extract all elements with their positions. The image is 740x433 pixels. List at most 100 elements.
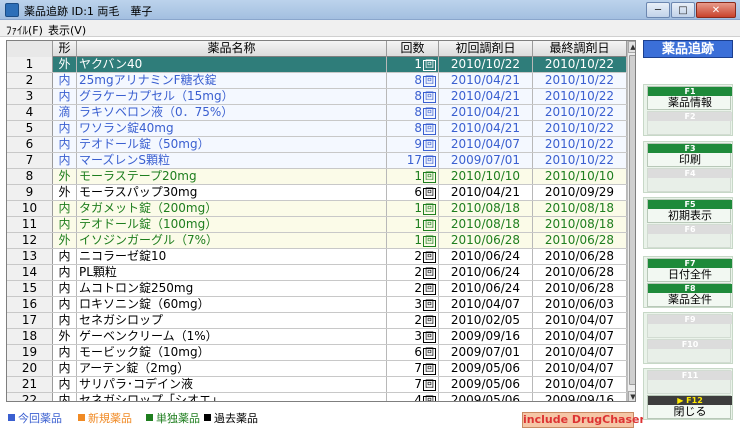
legend-swatch-icon [204,414,211,421]
first-dispense-date: 2010/04/21 [439,121,533,136]
drug-kind: 外 [53,329,77,344]
table-row[interactable]: 15 内ムコトロン錠250mg 2 回 2010/06/24 2010/06/28 [7,281,627,297]
drug-kind: 内 [53,265,77,280]
dispense-count: 1回 [387,201,439,216]
header-last-date[interactable]: 最終調剤日 [533,41,627,57]
drug-name: ロキソニン錠（60mg） [77,297,387,312]
first-dispense-date: 2009/05/06 [439,377,533,392]
first-dispense-date: 2010/06/24 [439,249,533,264]
table-row[interactable]: 10 内タガメット錠（200mg） 1 回 2010/08/18 2010/08/18 [7,201,627,217]
dispense-count: 1回 [387,217,439,232]
row-number: 4 [7,105,53,120]
count-suffix: 回 [422,76,436,87]
menu-file[interactable]: ﾌｧｲﾙ(F) [6,22,43,38]
count-value: 1 [414,201,422,215]
first-dispense-date: 2010/06/24 [439,265,533,280]
table-row[interactable]: 17 内セネガシロップ 2 回 2010/02/05 2010/04/07 [7,313,627,329]
drug-kind: 滴 [53,105,77,120]
count-suffix: 回 [422,140,436,151]
last-dispense-date: 2010/10/22 [533,73,627,88]
table-row[interactable]: 4 滴ラキソベロン液（0．75%） 8 回 2010/04/21 2010/10/22 [7,105,627,121]
function-button-label: 印刷 [679,153,701,166]
function-button-f7[interactable]: F7 日付全件 [647,258,732,282]
function-key-label: F8 [648,284,732,293]
drug-name: マーズレンS顆粒 [77,153,387,168]
row-number: 5 [7,121,53,136]
minimize-button[interactable]: ─ [646,2,670,18]
function-button-f2[interactable]: F2 [647,111,732,135]
scroll-down-icon[interactable]: ▼ [628,391,635,401]
last-dispense-date: 2010/04/07 [533,345,627,360]
panel-title: 薬品追跡 [643,40,733,58]
table-row[interactable]: 11 内テオドール錠（100mg） 1 回 2010/08/18 2010/08/18 [7,217,627,233]
header-first-date[interactable]: 初回調剤日 [439,41,533,57]
scroll-thumb[interactable] [629,55,635,385]
dispense-count: 17 回 [387,153,439,168]
function-button-label [648,178,732,192]
table-row[interactable]: 20 内アーテン錠（2mg） 7 回 2009/05/06 2010/04/07 [7,361,627,377]
table-body: 1 外ヤクバン40 1 回 2010/10/22 2010/10/22 2 内 25mgアリナミ… [7,57,627,401]
function-button-f10[interactable]: F10 [647,339,732,363]
first-dispense-date: 2010/10/22 [439,57,533,72]
table-row[interactable]: 12 外イソジンガーグル（7%） 1 回 2010/06/28 2010/06/28 [7,233,627,249]
table-row[interactable]: 8 外モーラステープ20mg 1 回 2010/10/10 2010/10/10 [7,169,627,185]
drug-name: グラケーカプセル（15mg） [77,89,387,104]
table-row[interactable]: 14 内 PL顆粒 2 回 2010/06/24 2010/06/28 [7,265,627,281]
table-row[interactable]: 5 内ワソラン錠40mg 8 回 2010/04/21 2010/10/22 [7,121,627,137]
row-number: 7 [7,153,53,168]
function-button-f12[interactable]: ▶ F12 閉じる [647,395,732,419]
table-row[interactable]: 9 外モーラスパップ30mg 6 回 2010/04/21 2010/09/29 [7,185,627,201]
dispense-count: 4回 [387,393,439,401]
function-key-group: F1 薬品情報 F2 [643,84,733,136]
table-row[interactable]: 2 内 25mgアリナミンF糖衣錠 8 回 2010/04/21 2010/10/22 [7,73,627,89]
row-number: 20 [7,361,53,376]
count-suffix: 回 [422,364,436,375]
header-count[interactable]: 回数 [387,41,439,57]
table-row[interactable]: 3 内グラケーカプセル（15mg） 8 回 2010/04/21 2010/10/22 [7,89,627,105]
table-row[interactable]: 18 外ゲーベンクリーム（1%） 3 回 2009/09/16 2010/04/07 [7,329,627,345]
scroll-up-icon[interactable]: ▲ [628,41,635,53]
table-row[interactable]: 7 内マーズレンS顆粒 17 回 2009/07/01 2010/10/22 [7,153,627,169]
drug-name: セネガシロップ「シオエ」 [77,393,387,401]
function-key-group: F9 F10 [643,312,733,364]
function-button-f5[interactable]: F5 初期表示 [647,199,732,223]
function-key-label: F3 [648,144,732,153]
dispense-count: 6回 [387,345,439,360]
count-value: 2 [414,265,422,279]
first-dispense-date: 2010/04/07 [439,137,533,152]
function-button-f6[interactable]: F6 [647,224,732,248]
function-button-f1[interactable]: F1 薬品情報 [647,86,732,110]
table-row[interactable]: 22 内セネガシロップ「シオエ」 4 回 2009/05/06 2009/09/16 [7,393,627,401]
include-drugchaser-button[interactable]: include DrugChaser [522,412,645,428]
row-number: 8 [7,169,53,184]
function-button-f3[interactable]: F3 印刷 [647,143,732,167]
count-suffix: 回 [422,220,436,231]
function-button-f4[interactable]: F4 [647,168,732,192]
vertical-scrollbar[interactable]: ▲ ▼ [627,41,635,401]
table-row[interactable]: 1 外ヤクバン40 1 回 2010/10/22 2010/10/22 [7,57,627,73]
drug-name: モーラスパップ30mg [77,185,387,200]
menu-view[interactable]: 表示(V) [48,22,86,38]
function-button-f11[interactable]: F11 [647,370,732,394]
dispense-count: 1回 [387,233,439,248]
table-row[interactable]: 6 内テオドール錠（50mg） 9 回 2010/04/07 2010/10/22 [7,137,627,153]
drug-name: 25mgアリナミンF糖衣錠 [77,73,387,88]
drug-name: ムコトロン錠250mg [77,281,387,296]
drug-kind: 外 [53,233,77,248]
table-row[interactable]: 19 内モービック錠（10mg） 6 回 2009/07/01 2010/04/07 [7,345,627,361]
table-row[interactable]: 13 内ニコラーゼ錠10 2 回 2010/06/24 2010/06/28 [7,249,627,265]
count-suffix: 回 [422,236,436,247]
drug-kind: 内 [53,249,77,264]
function-key-label: F5 [648,200,732,209]
header-drug-name[interactable]: 薬品名称 [77,41,387,57]
maximize-button[interactable]: □ [671,2,695,18]
last-dispense-date: 2010/09/29 [533,185,627,200]
table-row[interactable]: 21 内サリパラ･コデイン液 7 回 2009/05/06 2010/04/07 [7,377,627,393]
row-number: 13 [7,249,53,264]
drug-name: テオドール錠（100mg） [77,217,387,232]
header-kind[interactable]: 形 [53,41,77,57]
close-button[interactable]: ✕ [696,2,736,18]
function-button-f9[interactable]: F9 [647,314,732,338]
table-row[interactable]: 16 内ロキソニン錠（60mg） 3 回 2010/04/07 2010/06/03 [7,297,627,313]
function-button-f8[interactable]: F8 薬品全件 [647,283,732,307]
